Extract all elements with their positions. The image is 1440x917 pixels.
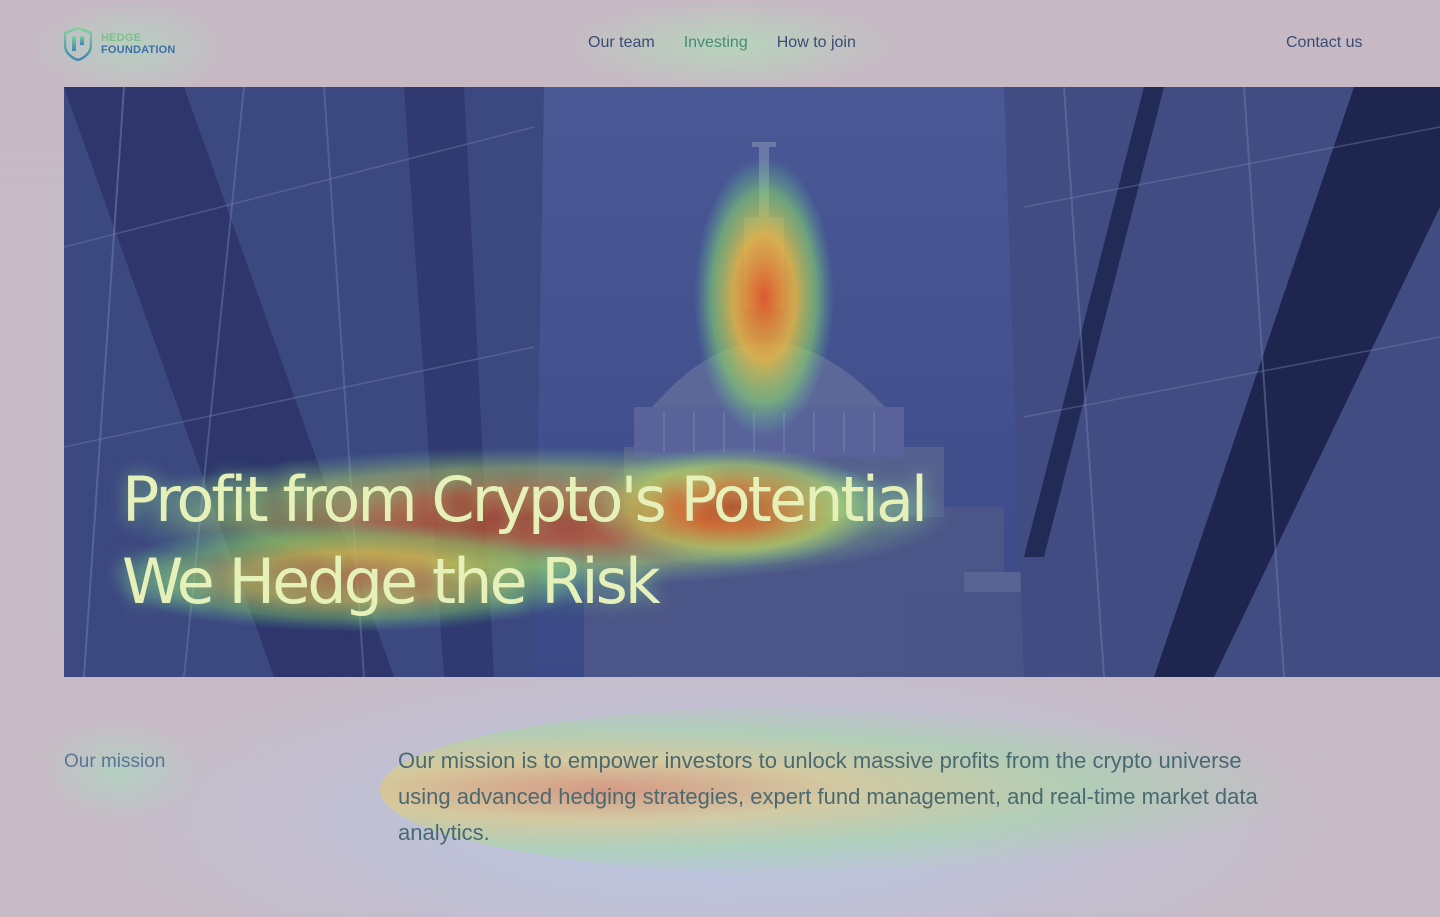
nav-item-how-to-join[interactable]: How to join [777,34,856,52]
nav-item-our-team[interactable]: Our team [588,34,655,52]
main-nav: Our team Investing How to join [588,34,856,52]
brand-name-line2: FOUNDATION [101,44,176,56]
site-header: HEDGE FOUNDATION Our team Investing How … [0,0,1440,87]
contact-us-link[interactable]: Contact us [1286,34,1362,52]
mission-statement: Our mission is to empower investors to u… [398,748,1258,845]
hero-banner: Profit from Crypto's Potential We Hedge … [64,87,1440,677]
hero-headline-line1: Profit from Crypto's Potential [122,463,928,536]
hero-headline-line2: We Hedge the Risk [122,545,661,618]
brand-logo[interactable]: HEDGE FOUNDATION [64,27,176,61]
hero-headline: Profit from Crypto's Potential We Hedge … [122,459,928,623]
brand-name-line1: HEDGE [101,32,142,44]
shield-logo-icon [64,27,92,61]
mission-label: Our mission [64,751,166,772]
nav-item-investing[interactable]: Investing [684,34,748,52]
